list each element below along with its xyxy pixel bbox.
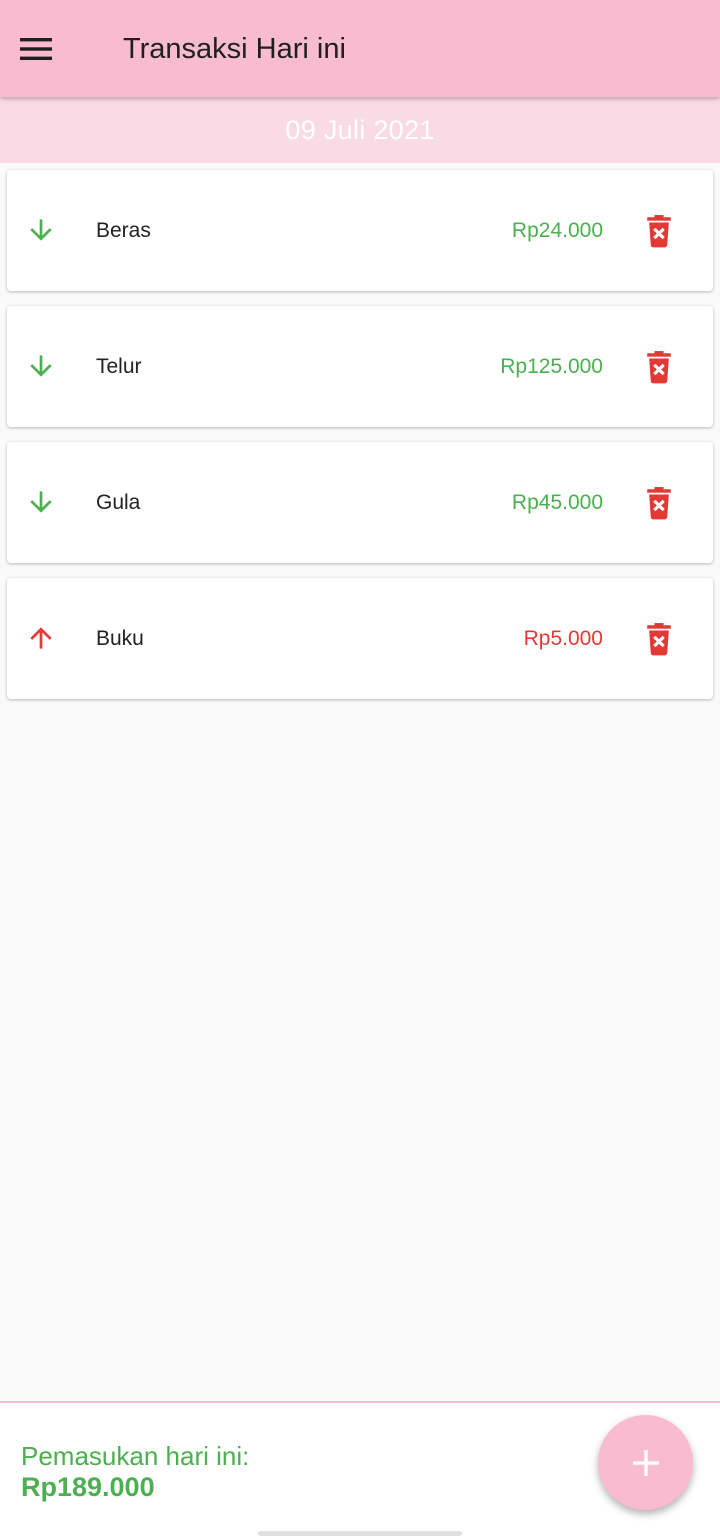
transaction-card[interactable]: Beras Rp24.000 — [7, 170, 713, 291]
transaction-amount: Rp45.000 — [511, 491, 603, 514]
income-total: Rp189.000 — [21, 1472, 155, 1502]
transaction-name: Gula — [96, 491, 141, 514]
date-banner: 09 Juli 2021 — [0, 97, 720, 163]
arrow-up-icon — [25, 622, 57, 654]
transaction-amount: Rp24.000 — [511, 219, 603, 242]
transaction-name: Buku — [96, 627, 144, 650]
hamburger-menu-icon — [20, 38, 52, 60]
menu-button[interactable] — [20, 26, 76, 72]
trash-delete-icon[interactable] — [643, 486, 675, 520]
trash-delete-icon[interactable] — [643, 350, 675, 384]
arrow-down-icon — [25, 486, 57, 518]
trash-delete-icon[interactable] — [643, 214, 675, 248]
home-indicator — [258, 1531, 462, 1536]
transaction-name: Telur — [96, 355, 142, 378]
current-date: 09 Juli 2021 — [285, 114, 435, 145]
add-transaction-button[interactable] — [598, 1415, 693, 1510]
transaction-card[interactable]: Buku Rp5.000 — [7, 578, 713, 699]
app-bar: Transaksi Hari ini — [0, 0, 720, 97]
transaction-amount: Rp5.000 — [523, 627, 603, 650]
page-title: Transaksi Hari ini — [123, 33, 346, 65]
transaction-card[interactable]: Telur Rp125.000 — [7, 306, 713, 427]
transaction-amount: Rp125.000 — [500, 355, 603, 378]
income-label: Pemasukan hari ini: — [21, 1441, 250, 1471]
trash-delete-icon[interactable] — [643, 622, 675, 656]
arrow-down-icon — [25, 214, 57, 246]
transaction-name: Beras — [96, 219, 151, 242]
plus-icon — [632, 1449, 659, 1476]
transaction-card[interactable]: Gula Rp45.000 — [7, 442, 713, 563]
arrow-down-icon — [25, 350, 57, 382]
transaction-list: Beras Rp24.000 Telur Rp125.000 Gula Rp45… — [7, 170, 713, 714]
